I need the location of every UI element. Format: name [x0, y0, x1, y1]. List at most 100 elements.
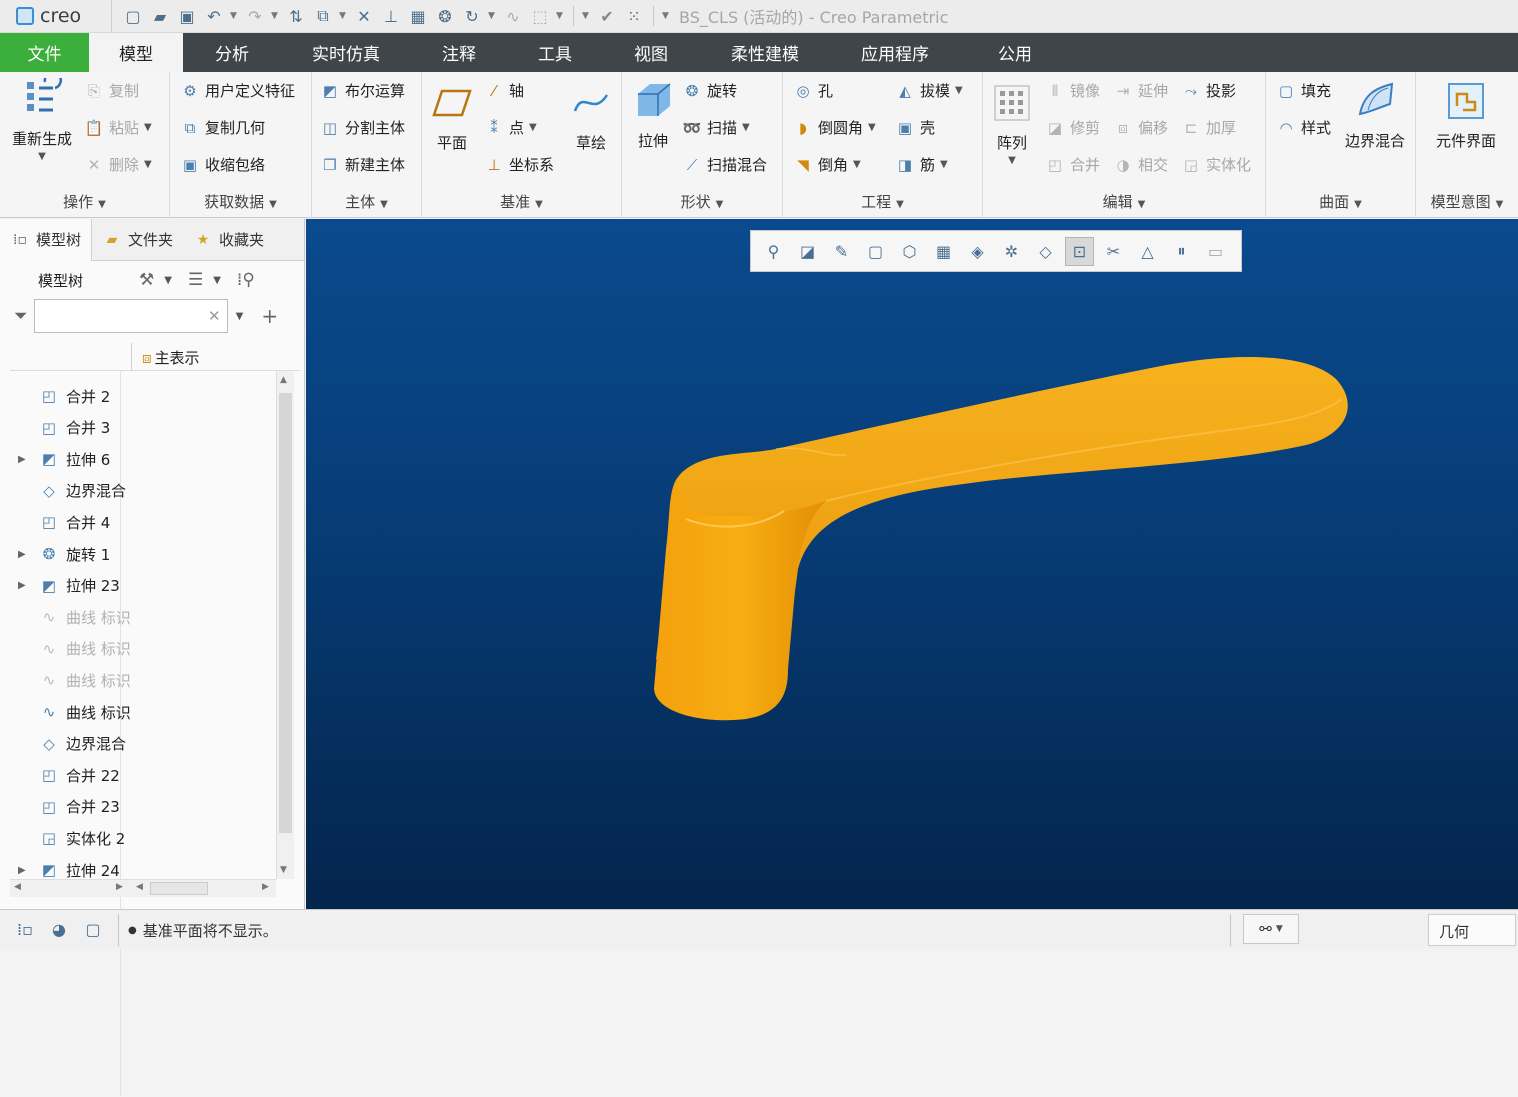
group-editing-label[interactable]: 编辑 ▼ — [983, 191, 1265, 212]
check-icon[interactable]: ✔ — [596, 5, 618, 27]
fill-button[interactable]: ▢ 填充 — [1276, 80, 1331, 101]
tree-row[interactable]: ▶ ◩ 拉伸 23 — [10, 571, 120, 601]
boundary-blend-button[interactable]: 边界混合 — [1340, 80, 1410, 151]
group-body-label[interactable]: 主体 ▼ — [312, 191, 421, 212]
regenerate-dropdown[interactable]: ▼ — [38, 151, 46, 162]
udf-button[interactable]: ⚙ 用户定义特征 — [180, 80, 295, 101]
find-dropdown[interactable]: ▼ — [1276, 924, 1283, 934]
tab-view[interactable]: 视图 — [616, 33, 686, 72]
tree-row[interactable]: ◇ 边界混合 — [10, 729, 126, 759]
zoom-fit-icon[interactable]: ◪ — [793, 237, 822, 266]
expand-arrow-icon[interactable]: ▶ — [18, 549, 32, 560]
grid-icon[interactable]: ⁙ — [623, 5, 645, 27]
save-icon[interactable]: ▣ — [176, 5, 198, 27]
scroll-left-icon-2[interactable]: ◀ — [136, 882, 143, 892]
tree-search-input[interactable]: ✕ — [33, 299, 228, 333]
csys-button[interactable]: ⊥ 坐标系 — [484, 154, 554, 175]
tree-columns-icon[interactable]: ☰ — [188, 270, 203, 290]
pause-icon[interactable]: ⏸ — [1167, 237, 1196, 266]
draft-button[interactable]: ◭ 拔模 ▼ — [895, 80, 963, 101]
round-button[interactable]: ◗ 倒圆角 ▼ — [793, 117, 876, 138]
section-icon[interactable]: ✂ — [1099, 237, 1128, 266]
expand-arrow-icon[interactable]: ▶ — [18, 865, 32, 876]
point-dropdown[interactable]: ▼ — [529, 122, 537, 133]
revolve-icon[interactable]: ❂ — [434, 5, 456, 27]
point-button[interactable]: ⁑ 点 ▼ — [484, 117, 537, 138]
tree-row[interactable]: ∿ 曲线 标识 — [10, 634, 131, 664]
group-engineering-label[interactable]: 工程 ▼ — [783, 191, 982, 212]
tab-flexible-modeling[interactable]: 柔性建模 — [713, 33, 817, 72]
extend-button[interactable]: ⇥ 延伸 — [1113, 80, 1168, 101]
undo-dropdown[interactable]: ▼ — [230, 11, 239, 21]
add-filter-icon[interactable]: + — [261, 304, 278, 328]
more-dropdown[interactable]: ▼ — [582, 11, 591, 21]
mirror-button[interactable]: ⫴ 镜像 — [1045, 80, 1100, 101]
full-screen-icon[interactable]: ▢ — [80, 916, 106, 942]
graphics-window[interactable] — [306, 219, 1518, 909]
dynamic-icon[interactable]: ▭ — [1201, 237, 1230, 266]
sweep-dropdown[interactable]: ▼ — [742, 122, 750, 133]
copy-geometry-button[interactable]: ⧉ 复制几何 — [180, 117, 265, 138]
tab-applications[interactable]: 应用程序 — [843, 33, 947, 72]
column-divider[interactable] — [131, 343, 132, 371]
tree-settings-dropdown[interactable]: ▼ — [164, 275, 172, 286]
shell-button[interactable]: ▣ 壳 — [895, 117, 935, 138]
saved-views-icon[interactable]: ⬡ — [895, 237, 924, 266]
tree-row[interactable]: ◰ 合并 2 — [10, 381, 110, 411]
curve-icon[interactable]: ∿ — [502, 5, 524, 27]
datum-icon[interactable]: ▦ — [407, 5, 429, 27]
draft-dropdown[interactable]: ▼ — [955, 85, 963, 96]
redo-icon[interactable]: ↷ — [244, 5, 266, 27]
group-datum-label[interactable]: 基准 ▼ — [422, 191, 621, 212]
chamfer-button[interactable]: ◥ 倒角 ▼ — [793, 154, 861, 175]
find-button[interactable]: ⚯ ▼ — [1243, 914, 1299, 944]
swept-blend-button[interactable]: ⟋ 扫描混合 — [682, 154, 767, 175]
new-body-button[interactable]: ❒ 新建主体 — [320, 154, 405, 175]
copy-button[interactable]: ⎘ 复制 — [84, 80, 139, 101]
appearance-icon[interactable]: △ — [1133, 237, 1162, 266]
boolean-button[interactable]: ◩ 布尔运算 — [320, 80, 405, 101]
primary-representation-header[interactable]: ⧈ 主表示 — [142, 347, 200, 368]
regenerate-button[interactable]: 重新生成 ▼ — [8, 78, 76, 162]
new-icon[interactable]: ▢ — [122, 5, 144, 27]
close-window-icon[interactable]: ✕ — [353, 5, 375, 27]
tab-file[interactable]: 文件 — [0, 33, 89, 72]
filter-icon[interactable]: ⏷ — [14, 306, 28, 326]
plane-button[interactable]: 平面 — [430, 82, 474, 153]
revolve-button[interactable]: ❂ 旋转 — [682, 80, 737, 101]
axis-button[interactable]: ⁄ 轴 — [484, 80, 524, 101]
solidify-button[interactable]: ◲ 实体化 — [1181, 154, 1251, 175]
scroll-right-icon-2[interactable]: ▶ — [262, 882, 269, 892]
tree-scroll-thumb[interactable] — [279, 393, 292, 833]
chamfer-dropdown[interactable]: ▼ — [853, 159, 861, 170]
open-icon[interactable]: ▰ — [149, 5, 171, 27]
model-tree-toggle-icon[interactable]: ⁞▫ — [12, 916, 38, 942]
perspective-icon[interactable]: ▢ — [861, 237, 890, 266]
tree-vertical-scrollbar[interactable]: ▲ ▼ — [276, 371, 294, 879]
clear-search-icon[interactable]: ✕ — [208, 307, 221, 325]
tab-folder-browser[interactable]: ▰ 文件夹 — [92, 219, 183, 261]
scroll-up-icon[interactable]: ▲ — [280, 375, 287, 385]
delete-dropdown[interactable]: ▼ — [144, 159, 152, 170]
tree-row[interactable]: ◰ 合并 23 — [10, 792, 120, 822]
trim-button[interactable]: ◪ 修剪 — [1045, 117, 1100, 138]
sketch-icon[interactable]: ⬚ — [529, 5, 551, 27]
window-icon[interactable]: ⧉ — [312, 5, 334, 27]
expand-arrow-icon[interactable]: ▶ — [18, 454, 32, 465]
tab-live-simulation[interactable]: 实时仿真 — [296, 33, 396, 72]
sketch-dropdown[interactable]: ▼ — [556, 11, 565, 21]
expand-arrow-icon[interactable]: ▶ — [18, 580, 32, 591]
offset-button[interactable]: ⧈ 偏移 — [1113, 117, 1168, 138]
tree-row[interactable]: ∿ 曲线 标识 — [10, 665, 131, 695]
tab-model[interactable]: 模型 — [89, 33, 183, 72]
rib-button[interactable]: ◨ 筋 ▼ — [895, 154, 948, 175]
regenerate-icon[interactable]: ⇅ — [285, 5, 307, 27]
tree-row[interactable]: ∿ 曲线 标识 — [10, 602, 131, 632]
tree-row[interactable]: ▶ ❂ 旋转 1 — [10, 539, 110, 569]
tab-analysis[interactable]: 分析 — [195, 33, 269, 72]
sweep-icon[interactable]: ↻ — [461, 5, 483, 27]
paste-button[interactable]: 📋 粘贴 ▼ — [84, 117, 152, 138]
tree-row[interactable]: ◰ 合并 22 — [10, 760, 120, 790]
paste-dropdown[interactable]: ▼ — [144, 122, 152, 133]
pattern-button[interactable]: 阵列 ▼ — [991, 82, 1033, 166]
